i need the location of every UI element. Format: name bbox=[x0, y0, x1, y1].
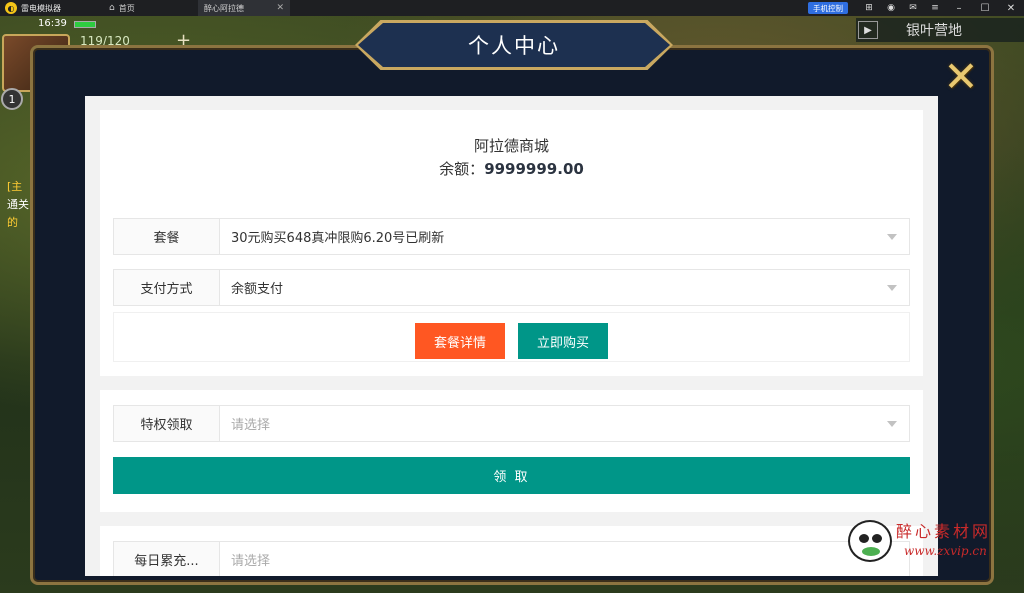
emulator-app-name: 雷电模拟器 bbox=[21, 3, 61, 13]
button-area: 套餐详情 立即购买 bbox=[113, 312, 910, 362]
daily-recharge-placeholder: 请选择 bbox=[231, 554, 271, 569]
claim-button[interactable]: 领 取 bbox=[113, 457, 910, 494]
daily-recharge-select[interactable]: 请选择 bbox=[220, 542, 909, 576]
daily-recharge-card: 每日累充... 请选择 bbox=[100, 526, 923, 576]
balance: 余额：9999999.00 bbox=[100, 158, 923, 179]
payment-row: 支付方式 余额支付 bbox=[113, 269, 910, 306]
close-icon[interactable]: ✕ bbox=[938, 52, 984, 101]
location-name: 银叶营地 bbox=[906, 23, 962, 39]
daily-recharge-row: 每日累充... 请选择 bbox=[113, 541, 910, 576]
watermark-url: www.zxvip.cn bbox=[904, 544, 987, 558]
package-row: 套餐 30元购买648真冲限购6.20号已刷新 bbox=[113, 218, 910, 255]
close-window-icon[interactable]: ✕ bbox=[998, 3, 1024, 14]
hud-time: 16:39 bbox=[38, 18, 67, 29]
payment-value: 余额支付 bbox=[231, 282, 284, 297]
maximize-icon[interactable]: ☐ bbox=[972, 3, 998, 14]
chevron-down-icon bbox=[887, 233, 897, 240]
emulator-titlebar: ◐ 雷电模拟器 ⌂ 首页 醉心阿拉德 ✕ 手机控制 ⊞ ◉ ✉ ≡ – ☐ ✕ bbox=[0, 0, 1024, 16]
privilege-row: 特权领取 请选择 bbox=[113, 405, 910, 442]
chevron-down-icon bbox=[887, 420, 897, 427]
watermark-text: 醉心素材网 bbox=[896, 522, 992, 541]
menu-icon[interactable]: ≡ bbox=[924, 3, 946, 13]
content-panel: 阿拉德商城 余额：9999999.00 套餐 30元购买648真冲限购6.20号… bbox=[85, 96, 938, 576]
shop-name: 阿拉德商城 bbox=[473, 137, 549, 155]
package-select[interactable]: 30元购买648真冲限购6.20号已刷新 bbox=[220, 219, 909, 254]
package-details-button[interactable]: 套餐详情 bbox=[415, 323, 505, 359]
balance-value: 9999999.00 bbox=[484, 160, 584, 178]
dialog-title: 个人中心 bbox=[468, 34, 560, 58]
tab-close-icon[interactable]: ✕ bbox=[276, 3, 284, 13]
watermark: 醉心素材网 www.zxvip.cn bbox=[848, 518, 1016, 564]
home-icon: ⌂ bbox=[109, 3, 115, 13]
purchase-card: 阿拉德商城 余额：9999999.00 套餐 30元购买648真冲限购6.20号… bbox=[100, 110, 923, 376]
tab-game-label: 醉心阿拉德 bbox=[204, 3, 244, 13]
payment-select[interactable]: 余额支付 bbox=[220, 270, 909, 305]
play-arrow-icon[interactable]: ▶ bbox=[858, 21, 878, 39]
quest-text-1: [主 bbox=[7, 180, 23, 193]
privilege-select[interactable]: 请选择 bbox=[220, 406, 909, 441]
tab-home-label: 首页 bbox=[118, 3, 135, 13]
chevron-down-icon bbox=[887, 284, 897, 291]
quest-text-3: 的 bbox=[7, 216, 18, 229]
mail-icon[interactable]: ✉ bbox=[902, 3, 924, 13]
tab-home[interactable]: ⌂ 首页 bbox=[103, 0, 198, 16]
phone-control-label: 手机控制 bbox=[813, 3, 843, 13]
panda-logo-icon bbox=[848, 520, 892, 562]
location-bar: ▶ 银叶营地 bbox=[856, 18, 1024, 42]
user-icon[interactable]: ◉ bbox=[880, 3, 902, 13]
gamepad-icon[interactable]: ⊞ bbox=[858, 3, 880, 13]
battery-icon bbox=[74, 21, 96, 28]
privilege-label: 特权领取 bbox=[114, 406, 220, 441]
level-badge: 1 bbox=[1, 88, 23, 110]
package-label: 套餐 bbox=[114, 219, 220, 254]
privilege-placeholder: 请选择 bbox=[231, 418, 271, 433]
emulator-logo-icon: ◐ bbox=[5, 2, 17, 14]
dialog-title-banner: 个人中心 bbox=[355, 20, 673, 70]
package-value: 30元购买648真冲限购6.20号已刷新 bbox=[231, 231, 445, 246]
payment-label: 支付方式 bbox=[114, 270, 220, 305]
tab-game[interactable]: 醉心阿拉德 ✕ bbox=[198, 0, 290, 16]
balance-label: 余额： bbox=[439, 160, 485, 178]
daily-recharge-label: 每日累充... bbox=[114, 542, 220, 576]
privilege-card: 特权领取 请选择 领 取 bbox=[100, 390, 923, 512]
minimize-icon[interactable]: – bbox=[946, 3, 972, 14]
phone-control-button[interactable]: 手机控制 bbox=[808, 2, 848, 14]
quest-text-2: 通关 bbox=[7, 198, 29, 211]
buy-now-button[interactable]: 立即购买 bbox=[518, 323, 608, 359]
